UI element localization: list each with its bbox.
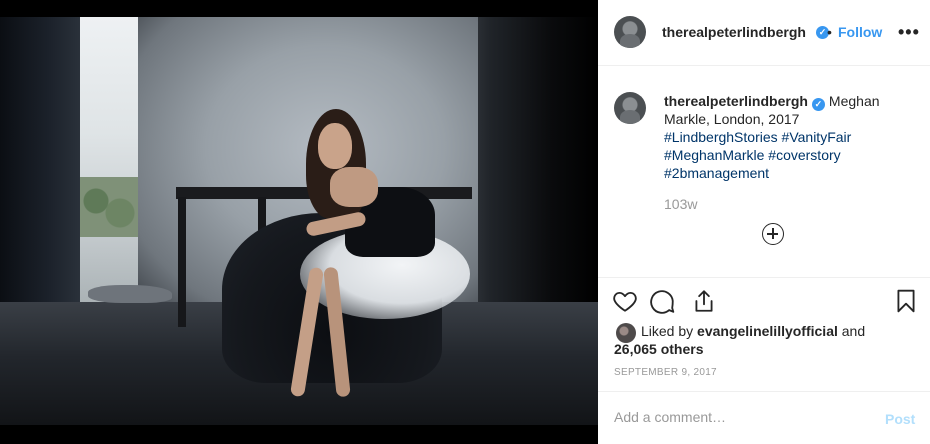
post-caption: therealpeterlindbergh ✓ Meghan Markle, Lon… xyxy=(664,92,910,182)
likes-summary: Liked by evangelinelillyofficial and 26,… xyxy=(614,322,914,358)
hashtag-link[interactable]: #LindberghStories xyxy=(664,129,778,145)
caption-verified-badge-icon: ✓ xyxy=(811,98,825,111)
photo-face xyxy=(318,123,352,169)
hashtag-link[interactable]: #MeghanMarkle xyxy=(664,147,764,163)
photo-cloth xyxy=(88,285,172,303)
hashtag-link[interactable]: #VanityFair xyxy=(782,129,852,145)
hashtag-link[interactable]: #coverstory xyxy=(768,147,840,163)
post-side-panel: therealpeterlindbergh ✓ • Follow ••• the… xyxy=(598,0,930,444)
post-comment-button[interactable]: Post xyxy=(885,411,915,427)
hashtag-link[interactable]: #2bmanagement xyxy=(664,165,769,181)
photo-shoulder xyxy=(330,167,378,207)
photo-window xyxy=(78,17,138,307)
follow-button[interactable]: Follow xyxy=(838,24,882,40)
heart-icon[interactable] xyxy=(612,288,638,314)
caption-avatar[interactable] xyxy=(614,92,646,124)
post-date[interactable]: September 9, 2017 xyxy=(614,367,717,378)
photo-table-leg xyxy=(178,197,186,327)
likes-conjunction: and xyxy=(841,323,866,339)
caption-username[interactable]: therealpeterlindbergh xyxy=(664,93,808,109)
load-more-comments-icon[interactable] xyxy=(762,223,784,245)
likes-prefix: Liked by xyxy=(641,323,694,339)
liked-by-user-link[interactable]: evangelinelillyofficial xyxy=(697,323,838,339)
post-photo[interactable] xyxy=(0,0,598,444)
share-icon[interactable] xyxy=(691,288,717,314)
author-avatar[interactable] xyxy=(614,16,646,48)
caption-time-ago[interactable]: 103w xyxy=(664,196,697,212)
section-divider xyxy=(598,391,930,392)
section-divider xyxy=(598,277,930,278)
post-header: therealpeterlindbergh ✓ • Follow ••• xyxy=(598,0,930,66)
comment-icon[interactable] xyxy=(650,288,676,314)
more-options-icon[interactable]: ••• xyxy=(898,22,920,43)
header-separator: • xyxy=(827,24,832,40)
likes-others-link[interactable]: 26,065 others xyxy=(614,341,704,357)
bookmark-icon[interactable] xyxy=(893,288,919,314)
author-username[interactable]: therealpeterlindbergh xyxy=(662,24,806,40)
photo-image[interactable] xyxy=(0,17,598,425)
comment-input[interactable] xyxy=(614,409,864,425)
